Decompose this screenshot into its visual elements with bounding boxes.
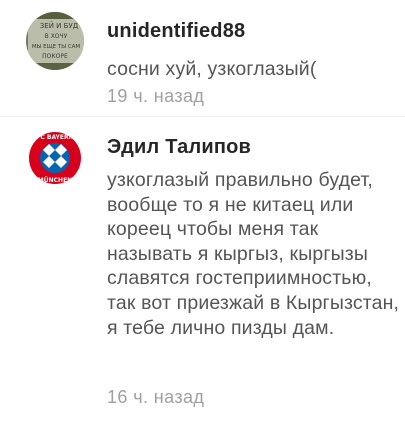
comment-item: FC BAYERN MÜNCHEN Эдил Талипов узкоглазы… <box>0 117 405 427</box>
avatar-logo-text: FC BAYERN <box>36 134 73 141</box>
comment-timestamp: 16 ч. назад <box>107 387 205 407</box>
avatar-plaque-line: МЫ ЕЩЕ ТЫ САМ <box>32 44 81 50</box>
comment-item: ЗЕЙ И БУД В ХОЧУ МЫ ЕЩЕ ТЫ САМ ПОКОРЕ un… <box>0 0 405 116</box>
stone-plaque-avatar-icon[interactable]: ЗЕЙ И БУД В ХОЧУ МЫ ЕЩЕ ТЫ САМ ПОКОРЕ <box>26 12 84 70</box>
comment-text: сосни хуй, узкоглазый( <box>107 58 317 80</box>
comment-timestamp: 19 ч. назад <box>107 86 205 106</box>
avatar-logo-text: MÜNCHEN <box>38 177 72 184</box>
comment-text: узкоглазый правильно будет, вообще то я … <box>107 169 400 339</box>
bayern-munich-logo-avatar-icon[interactable]: FC BAYERN MÜNCHEN <box>26 129 84 187</box>
avatar-plaque-line: ПОКОРЕ <box>42 53 68 60</box>
comment-username[interactable]: unidentified88 <box>107 20 245 43</box>
comment-username[interactable]: Эдил Талипов <box>107 136 251 159</box>
avatar-plaque-line: ЗЕЙ И БУД <box>40 21 79 30</box>
avatar-plaque-line: В ХОЧУ <box>45 33 68 40</box>
